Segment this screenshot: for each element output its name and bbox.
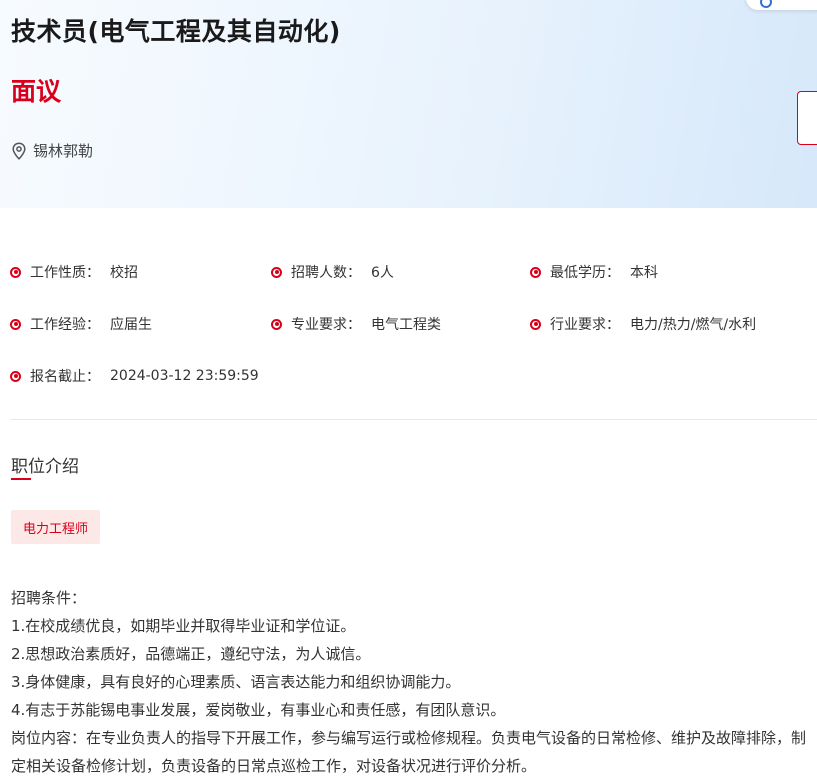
info-value: 本科 xyxy=(630,265,658,281)
job-description: 招聘条件： 1.在校成绩优良，如期毕业并取得毕业证和学位证。 2.思想政治素质好… xyxy=(11,584,816,780)
side-action-button[interactable] xyxy=(797,91,817,145)
info-item-industry: 行业要求： 电力/热力/燃气/水利 xyxy=(530,314,756,334)
info-label: 工作性质： xyxy=(30,265,100,281)
location-text: 锡林郭勒 xyxy=(33,142,94,160)
bullet-icon xyxy=(10,370,21,382)
bullet-icon xyxy=(530,266,541,278)
info-label: 工作经验： xyxy=(30,317,100,333)
info-item-deadline: 报名截止： 2024-03-12 23:59:59 xyxy=(10,366,259,386)
info-label: 报名截止： xyxy=(30,369,100,385)
bullet-icon xyxy=(10,266,21,278)
description-line: 岗位内容：在专业负责人的指导下开展工作，参与编写运行或检修规程。负责电气设备的日… xyxy=(11,729,807,775)
info-item-major: 专业要求： 电气工程类 xyxy=(271,314,441,334)
bullet-icon xyxy=(271,266,282,278)
location: 锡林郭勒 xyxy=(11,140,93,161)
info-value: 校招 xyxy=(110,265,138,281)
info-item-nature: 工作性质： 校招 xyxy=(10,262,138,282)
top-right-action-pill[interactable] xyxy=(746,0,817,10)
location-pin-icon xyxy=(11,141,27,160)
info-value: 6人 xyxy=(371,265,394,281)
description-line: 招聘条件： xyxy=(11,589,87,607)
info-label: 招聘人数： xyxy=(291,265,361,281)
bullet-icon xyxy=(10,318,21,330)
description-line: 2.思想政治素质好，品德端正，遵纪守法，为人诚信。 xyxy=(11,645,371,663)
info-value: 应届生 xyxy=(110,317,152,333)
info-item-experience: 工作经验： 应届生 xyxy=(10,314,152,334)
info-item-education: 最低学历： 本科 xyxy=(530,262,658,282)
section-title-underline xyxy=(11,478,31,480)
section-title: 职位介绍 xyxy=(11,457,79,477)
info-value: 电气工程类 xyxy=(371,317,441,333)
description-line: 4.有志于苏能锡电事业发展，爱岗敬业，有事业心和责任感，有团队意识。 xyxy=(11,701,506,719)
info-value: 2024-03-12 23:59:59 xyxy=(110,368,259,384)
info-value: 电力/热力/燃气/水利 xyxy=(630,317,757,333)
info-label: 行业要求： xyxy=(550,317,620,333)
info-label: 专业要求： xyxy=(291,317,361,333)
job-header: 技术员(电气工程及其自动化) 面议 锡林郭勒 xyxy=(0,0,817,208)
description-line: 1.在校成绩优良，如期毕业并取得毕业证和学位证。 xyxy=(11,617,356,635)
job-title: 技术员(电气工程及其自动化) xyxy=(11,17,341,46)
info-label: 最低学历： xyxy=(550,265,620,281)
info-item-headcount: 招聘人数： 6人 xyxy=(271,262,394,282)
bullet-icon xyxy=(271,318,282,330)
description-line: 3.身体健康，具有良好的心理素质、语言表达能力和组织协调能力。 xyxy=(11,673,461,691)
divider xyxy=(10,419,817,420)
job-tag: 电力工程师 xyxy=(11,510,101,544)
salary: 面议 xyxy=(11,77,62,106)
circle-icon xyxy=(760,0,772,8)
bullet-icon xyxy=(530,318,541,330)
